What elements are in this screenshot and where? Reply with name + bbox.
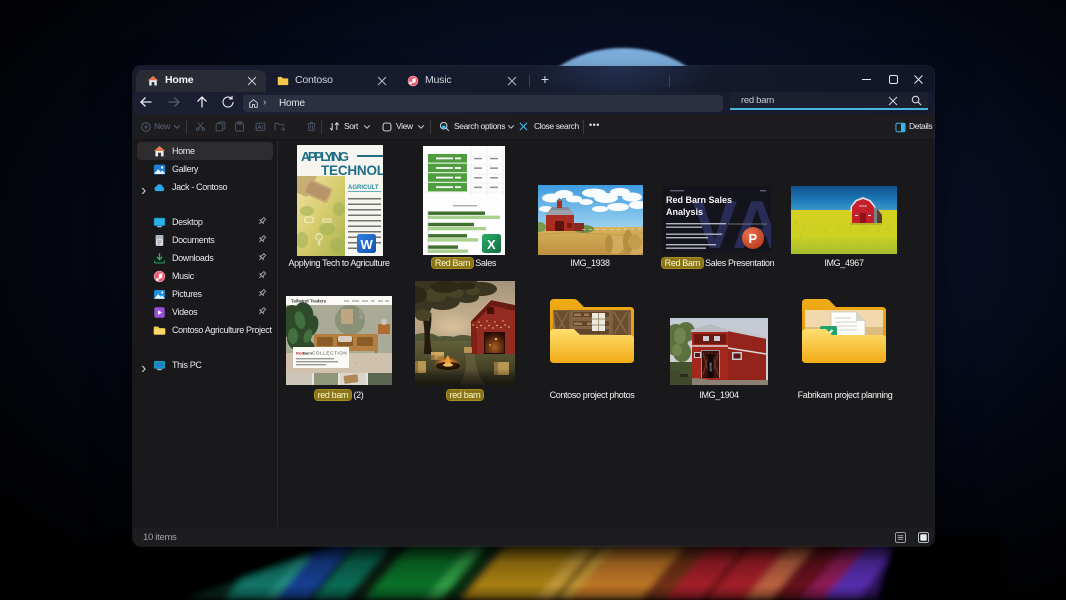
svg-text:AGRICULT: AGRICULT	[348, 185, 379, 191]
svg-text:P: P	[749, 231, 758, 246]
svg-text:Red Barn Sales: Red Barn Sales	[666, 195, 732, 205]
svg-text:W: W	[361, 237, 374, 252]
svg-text:TECHNOL: TECHNOL	[321, 163, 383, 178]
svg-text:Analysis: Analysis	[666, 207, 703, 217]
svg-text:Tailwind Traders: Tailwind Traders	[291, 299, 327, 304]
svg-text:COLLECTION: COLLECTION	[312, 351, 347, 356]
svg-text:APPLYING: APPLYING	[301, 149, 349, 164]
svg-text:X: X	[487, 237, 496, 252]
